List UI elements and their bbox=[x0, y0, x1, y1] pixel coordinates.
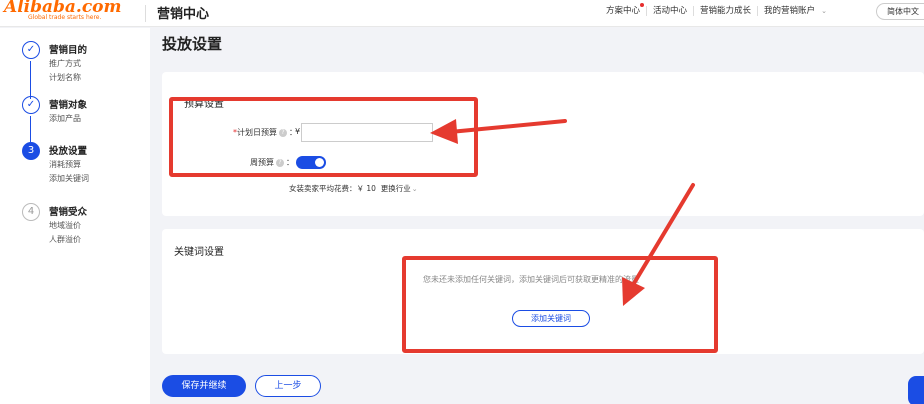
step-title: 营销对象 bbox=[49, 100, 88, 111]
keyword-section-heading: 关键词设置 bbox=[174, 247, 224, 258]
nav-my-account[interactable]: 我的营销账户 ⌄ bbox=[758, 6, 833, 16]
annotation-box-budget bbox=[169, 97, 478, 177]
step-sub-item: 推广方式 bbox=[49, 59, 81, 68]
step-sub-item: 计划名称 bbox=[49, 73, 81, 82]
nav-plan-center[interactable]: 方案中心 bbox=[606, 3, 648, 16]
step-sidebar: ✓ 营销目的 推广方式 计划名称 ✓ 营销对象 添加产品 3 投放设置 消耗预算… bbox=[0, 28, 150, 404]
step-title: 营销目的 bbox=[49, 45, 88, 56]
chevron-down-icon: ⌄ bbox=[411, 185, 418, 193]
step-sub-item: 人群溢价 bbox=[49, 235, 81, 244]
floating-help-button[interactable] bbox=[908, 376, 924, 404]
step-sub-item: 消耗预算 bbox=[49, 160, 81, 169]
step-connector bbox=[30, 116, 31, 144]
previous-step-button[interactable]: 上一步 bbox=[255, 375, 321, 397]
step-sub-item: 添加关键词 bbox=[49, 174, 89, 183]
average-spend-text: 女装卖家平均花费：￥ 10 更换行业⌄ bbox=[289, 184, 418, 193]
language-selector[interactable]: 简体中文 bbox=[876, 3, 924, 20]
nav-growth[interactable]: 营销能力成长 bbox=[694, 6, 759, 16]
check-icon: ✓ bbox=[22, 96, 40, 114]
check-icon: ✓ bbox=[22, 41, 40, 59]
chevron-down-icon: ⌄ bbox=[821, 7, 827, 15]
save-continue-button[interactable]: 保存并继续 bbox=[162, 375, 246, 397]
top-nav: 方案中心 活动中心 营销能力成长 我的营销账户 ⌄ bbox=[606, 3, 833, 16]
nav-activity-center[interactable]: 活动中心 bbox=[647, 6, 695, 16]
top-header: Alibaba.com Global trade starts here. 营销… bbox=[0, 0, 924, 27]
step-sub-item: 地域溢价 bbox=[49, 221, 81, 230]
header-title: 营销中心 bbox=[157, 7, 210, 22]
step-connector bbox=[30, 61, 31, 99]
step-number: 4 bbox=[22, 203, 40, 221]
step-title: 投放设置 bbox=[49, 146, 88, 157]
page-title: 投放设置 bbox=[162, 35, 223, 53]
step-title: 营销受众 bbox=[49, 207, 88, 218]
header-divider bbox=[145, 5, 146, 22]
step-number: 3 bbox=[22, 142, 40, 160]
step-sub-item: 添加产品 bbox=[49, 114, 81, 123]
change-industry-link[interactable]: 更换行业 bbox=[381, 184, 411, 193]
notification-dot bbox=[640, 3, 645, 7]
annotation-box-keyword bbox=[402, 256, 718, 353]
logo-tagline: Global trade starts here. bbox=[28, 14, 102, 21]
